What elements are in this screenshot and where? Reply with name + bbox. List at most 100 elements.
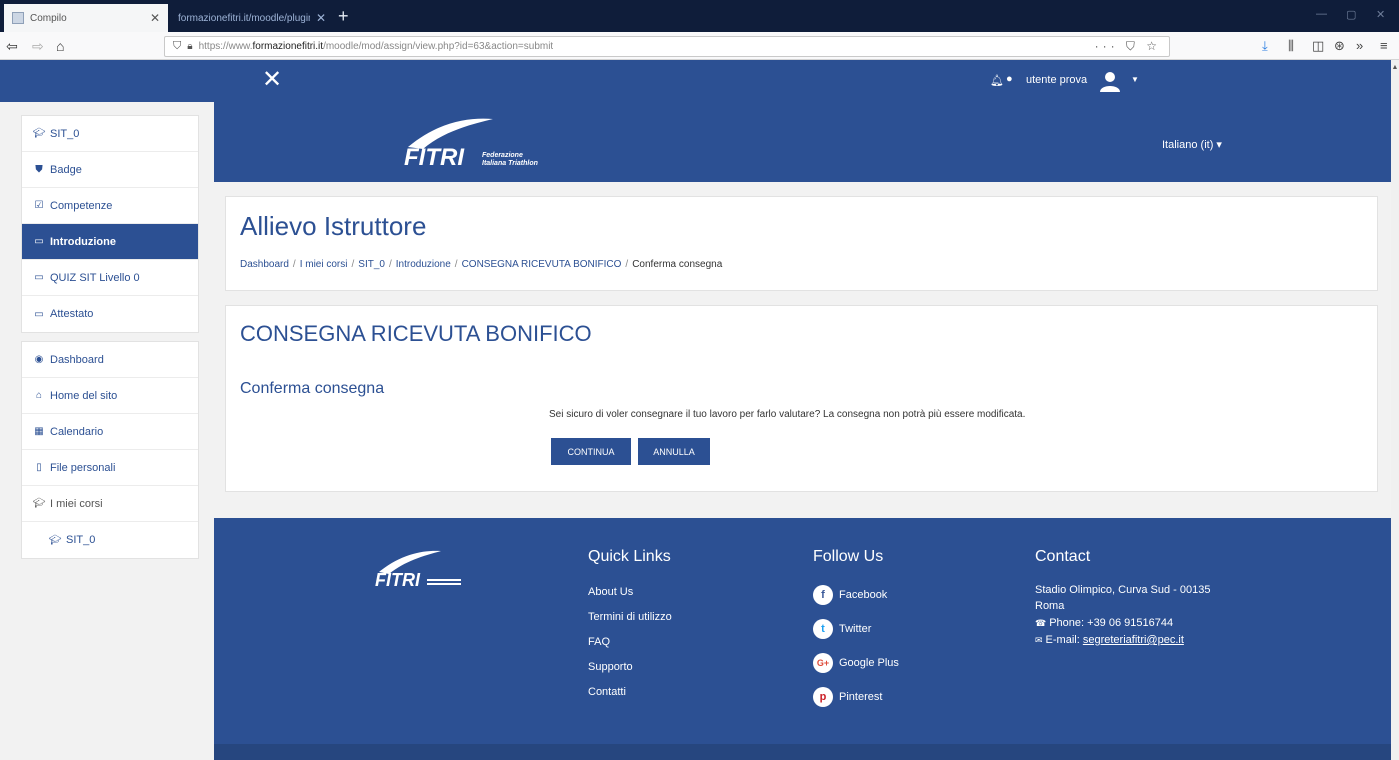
sidebar-item-quiz[interactable]: ▭ QUIZ SIT Livello 0 xyxy=(22,260,198,296)
sidebar-item-label: Badge xyxy=(50,163,82,176)
page-actions-icon[interactable]: ··· ⛉ ☆ xyxy=(1095,39,1161,54)
sidebar-item-introduzione[interactable]: ▭ Introduzione xyxy=(22,224,198,260)
sidebar-item-dashboard[interactable]: ◉ Dashboard xyxy=(22,342,198,378)
facebook-icon: f xyxy=(813,585,833,605)
contact-address-line1: Stadio Olimpico, Curva Sud - 00135 xyxy=(1035,584,1211,596)
sidebar-item-sit0-course[interactable]: 🎓︎ SIT_0 xyxy=(22,522,198,558)
breadcrumb-item-introduzione[interactable]: Introduzione xyxy=(396,259,451,270)
user-menu-chevron-icon[interactable]: ▼ xyxy=(1131,75,1139,84)
home-icon: ⌂ xyxy=(35,390,43,401)
sidebar-item-label: File personali xyxy=(50,461,116,474)
overflow-menu-icon[interactable]: » xyxy=(1356,38,1363,53)
close-drawer-icon[interactable]: ✕ xyxy=(262,67,282,93)
social-google-plus[interactable]: G+ Google Plus xyxy=(813,653,899,673)
window-close-icon[interactable]: ✕ xyxy=(1376,8,1385,21)
page-scrollbar[interactable]: ▲ xyxy=(1391,60,1399,760)
breadcrumb-item-miei-corsi[interactable]: I miei corsi xyxy=(300,259,348,270)
breadcrumb: Dashboard / I miei corsi / SIT_0/Introduzion… xyxy=(240,259,723,270)
language-selector[interactable]: Italiano (it) ▾ xyxy=(1162,138,1222,151)
sidebar-item-label: SIT_0 xyxy=(66,534,96,546)
footer-fitri-logo[interactable]: FITRI xyxy=(371,550,481,590)
footer-link-about[interactable]: About Us xyxy=(588,586,633,598)
sidebar-item-label: SIT_0 xyxy=(50,127,80,140)
browser-tab-active[interactable]: Compilo ✕ xyxy=(4,4,168,32)
url-text: https://www.formazionefitri.it/moodle/mo… xyxy=(198,41,554,52)
sidebar-item-file-personali[interactable]: ▯ File personali xyxy=(22,450,198,486)
bell-icon[interactable]: 🔔︎ xyxy=(990,74,1004,87)
site-top-bar: ✕ 🔔︎ ● utente prova ▼ xyxy=(0,60,1391,102)
extension-icon[interactable]: ⊛ xyxy=(1334,38,1345,54)
sidebar-toggle-icon[interactable]: ◫ xyxy=(1312,38,1324,54)
footer-link-faq[interactable]: FAQ xyxy=(588,636,610,648)
assignment-heading: CONSEGNA RICEVUTA BONIFICO xyxy=(240,321,592,346)
graduation-cap-icon: 🎓︎ xyxy=(32,498,46,509)
library-icon[interactable]: ⫼ xyxy=(1288,38,1294,54)
confirm-message: Sei sicuro di voler consegnare il tuo la… xyxy=(549,409,1026,420)
folder-icon: ▭ xyxy=(34,272,44,283)
quick-links-title: Quick Links xyxy=(588,548,671,565)
sidebar-item-badge[interactable]: ⛊ Badge xyxy=(22,152,198,188)
fitri-logo[interactable]: FITRI Federazione Italiana Triathlon xyxy=(398,117,548,172)
confirm-heading: Conferma consegna xyxy=(240,380,385,397)
footer-link-contacts[interactable]: Contatti xyxy=(588,686,626,698)
tab-close-icon[interactable]: ✕ xyxy=(316,11,326,25)
social-pinterest[interactable]: p Pinterest xyxy=(813,687,882,707)
sidebar-item-attestato[interactable]: ▭ Attestato xyxy=(22,296,198,332)
sidebar-item-sit0[interactable]: 🎓︎ SIT_0 xyxy=(22,116,198,152)
social-facebook[interactable]: f Facebook xyxy=(813,585,887,605)
chat-icon[interactable]: ● xyxy=(1006,73,1013,85)
maximize-icon[interactable]: ▢ xyxy=(1346,8,1356,21)
sidebar-site-group: ◉ Dashboard ⌂ Home del sito ▦ Calendario… xyxy=(21,341,199,559)
tracking-shield-icon[interactable]: ⛉ xyxy=(173,40,181,53)
checkbox-icon: ☑ xyxy=(34,200,44,211)
breadcrumb-item-current: Conferma consegna xyxy=(632,259,723,270)
sidebar-item-label: Introduzione xyxy=(50,235,116,248)
google-plus-icon: G+ xyxy=(813,653,833,673)
sidebar-item-home[interactable]: ⌂ Home del sito xyxy=(22,378,198,414)
breadcrumb-item-dashboard[interactable]: Dashboard xyxy=(240,259,289,270)
sidebar-item-label: I miei corsi xyxy=(50,497,103,510)
continue-button[interactable]: CONTINUA xyxy=(551,438,631,465)
breadcrumb-item-sit0[interactable]: SIT_0 xyxy=(358,259,385,270)
svg-text:Federazione: Federazione xyxy=(482,152,523,159)
sidebar-item-miei-corsi: 🎓︎ I miei corsi xyxy=(22,486,198,522)
lock-icon[interactable]: 🔒︎ xyxy=(187,41,192,52)
forward-icon[interactable]: ⇨ xyxy=(32,38,44,54)
browser-tab-inactive[interactable]: formazionefitri.it/moodle/plugin/... ✕ xyxy=(170,4,334,32)
url-bar[interactable]: ⛉ 🔒︎ https://www.formazionefitri.it/mood… xyxy=(164,36,1170,57)
footer-link-terms[interactable]: Termini di utilizzo xyxy=(588,611,672,623)
tab-close-icon[interactable]: ✕ xyxy=(150,11,160,25)
page-title: Allievo Istruttore xyxy=(240,211,427,241)
favicon-icon xyxy=(12,12,24,24)
contact-title: Contact xyxy=(1035,548,1091,565)
svg-text:Italiana Triathlon: Italiana Triathlon xyxy=(482,160,538,167)
tab-label: formazionefitri.it/moodle/plugin/... xyxy=(178,12,310,24)
user-name[interactable]: utente prova xyxy=(1026,74,1087,86)
footer-link-support[interactable]: Supporto xyxy=(588,661,633,673)
cancel-button[interactable]: ANNULLA xyxy=(638,438,710,465)
breadcrumb-item-assignment[interactable]: CONSEGNA RICEVUTA BONIFICO xyxy=(462,259,622,270)
email-link[interactable]: segreteriafitri@pec.it xyxy=(1083,634,1184,646)
hamburger-menu-icon[interactable]: ≡ xyxy=(1380,38,1388,53)
new-tab-icon[interactable]: + xyxy=(338,6,349,26)
graduation-cap-icon: 🎓︎ xyxy=(48,534,62,546)
browser-nav-bar: ⇦ ⇨ ⌂ ⛉ 🔒︎ https://www.formazionefitri.i… xyxy=(0,32,1399,60)
sidebar-item-calendario[interactable]: ▦ Calendario xyxy=(22,414,198,450)
avatar[interactable] xyxy=(1098,69,1122,93)
back-icon[interactable]: ⇦ xyxy=(6,38,18,54)
phone-icon: ☎ xyxy=(1035,618,1047,628)
home-icon[interactable]: ⌂ xyxy=(56,38,64,54)
tab-label: Compilo xyxy=(30,12,67,24)
footer-bottom-bar xyxy=(214,744,1391,760)
social-twitter[interactable]: t Twitter xyxy=(813,619,871,639)
sidebar-item-competenze[interactable]: ☑ Competenze xyxy=(22,188,198,224)
sidebar-item-label: Competenze xyxy=(50,199,113,212)
browser-tab-bar: Compilo ✕ formazionefitri.it/moodle/plug… xyxy=(0,0,1399,32)
folder-icon: ▭ xyxy=(34,236,44,247)
scroll-up-icon[interactable]: ▲ xyxy=(1391,64,1399,71)
contact-address-line2: Roma xyxy=(1035,600,1065,612)
minimize-icon[interactable]: — xyxy=(1316,8,1327,20)
sidebar-item-label: Dashboard xyxy=(50,353,104,366)
dashboard-icon: ◉ xyxy=(34,354,44,365)
download-icon[interactable]: ⤓ xyxy=(1262,38,1268,54)
